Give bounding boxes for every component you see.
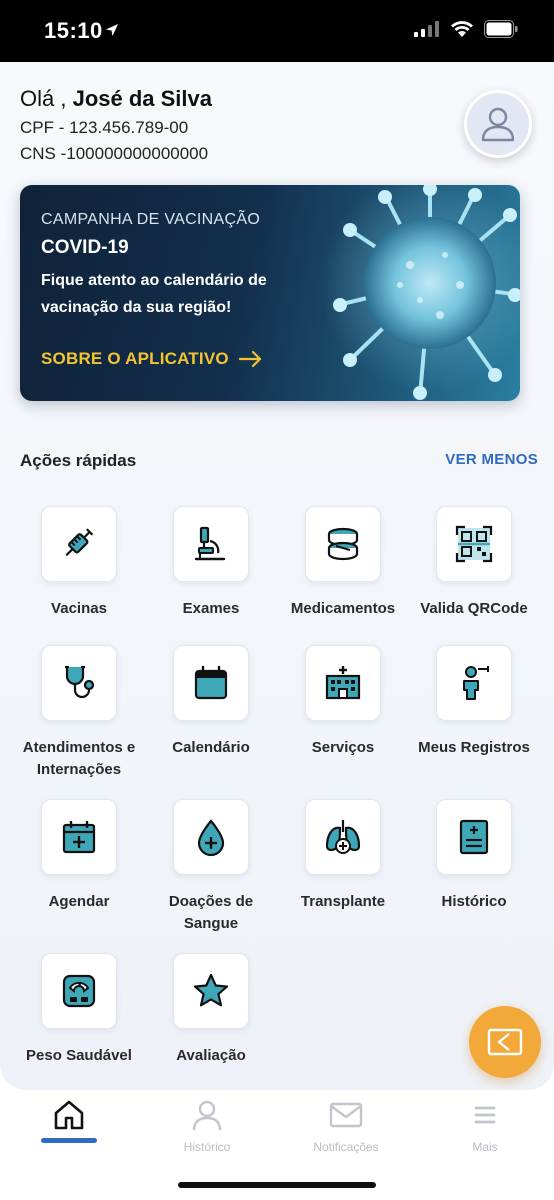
quick-action-atendimentos[interactable]: Atendimentos e Internações xyxy=(13,645,145,781)
quick-actions-title: Ações rápidas xyxy=(20,451,137,470)
battery-icon xyxy=(484,20,518,38)
quick-action-label: Atendimentos e Internações xyxy=(22,739,136,778)
star-icon xyxy=(193,973,229,1007)
floating-action-button[interactable] xyxy=(469,1006,541,1078)
envelope-arrow-icon xyxy=(487,1028,523,1056)
document-icon xyxy=(459,819,489,855)
person-record-icon xyxy=(463,666,489,700)
home-indicator xyxy=(178,1182,376,1188)
quick-action-tile xyxy=(305,645,381,721)
quick-action-label: Histórico xyxy=(441,893,507,910)
lungs-icon xyxy=(325,820,361,854)
quick-action-label: Agendar xyxy=(48,893,110,910)
banner-title: COVID-19 xyxy=(41,237,129,258)
quick-action-avaliacao[interactable]: Avaliação xyxy=(145,953,277,1067)
tab-historico-label: Histórico xyxy=(183,1140,231,1154)
quick-action-label: Peso Saudável xyxy=(26,1047,132,1064)
quick-action-tile xyxy=(41,645,117,721)
tab-historico[interactable]: Histórico xyxy=(138,1098,276,1154)
scale-icon xyxy=(62,974,96,1008)
quick-action-tile xyxy=(41,953,117,1029)
greeting: Olá , José da Silva xyxy=(20,86,212,112)
quick-action-label: Meus Registros xyxy=(418,739,530,756)
quick-action-tile xyxy=(305,506,381,582)
about-app-link[interactable]: SOBRE O APLICATIVO xyxy=(41,349,263,369)
cns-text: CNS -100000000000000 xyxy=(20,144,209,163)
quick-action-tile xyxy=(173,799,249,875)
quick-action-tile xyxy=(436,799,512,875)
pills-icon xyxy=(327,527,359,561)
quick-action-agendar[interactable]: Agendar xyxy=(13,799,145,913)
tab-home[interactable] xyxy=(0,1098,138,1140)
tab-mais[interactable]: Mais xyxy=(416,1098,554,1154)
quick-action-medicamentos[interactable]: Medicamentos xyxy=(277,506,409,620)
quick-action-tile xyxy=(173,953,249,1029)
quick-action-valida-qrcode[interactable]: Valida QRCode xyxy=(408,506,540,620)
greeting-prefix: Olá , xyxy=(20,86,67,111)
virus-illustration xyxy=(320,185,520,400)
cpf-text: CPF - 123.456.789-00 xyxy=(20,118,189,137)
quick-action-doacoes-sangue[interactable]: Doações de Sangue xyxy=(145,799,277,935)
quick-action-label: Vacinas xyxy=(51,600,107,617)
tab-mais-label: Mais xyxy=(472,1140,498,1154)
quick-action-label: Avaliação xyxy=(176,1047,246,1064)
tab-notificacoes[interactable]: Notificações xyxy=(277,1098,415,1154)
menu-icon xyxy=(474,1106,496,1124)
home-icon xyxy=(54,1100,84,1130)
quick-action-label: Calendário xyxy=(172,739,250,756)
banner-kicker: CAMPANHA DE VACINAÇÃO xyxy=(41,211,261,228)
arrow-right-icon xyxy=(238,351,261,367)
see-less-button[interactable]: VER MENOS xyxy=(445,451,538,468)
quick-action-tile xyxy=(173,506,249,582)
quick-action-tile xyxy=(305,799,381,875)
person-icon xyxy=(192,1100,222,1131)
avatar[interactable] xyxy=(464,90,532,158)
active-tab-indicator xyxy=(41,1138,97,1143)
quick-action-label: Serviços xyxy=(311,739,375,756)
about-app-label: SOBRE O APLICATIVO xyxy=(41,349,229,368)
user-icon xyxy=(481,107,515,142)
hospital-icon xyxy=(325,666,361,700)
quick-action-label: Exames xyxy=(182,600,240,617)
status-icons xyxy=(414,20,518,38)
quick-action-tile xyxy=(436,506,512,582)
signal-icon xyxy=(414,21,439,37)
location-arrow-icon xyxy=(106,24,118,36)
quick-action-tile xyxy=(173,645,249,721)
microscope-icon xyxy=(194,526,226,561)
status-bar: 15:10 xyxy=(0,0,554,62)
quick-action-peso-saudavel[interactable]: Peso Saudável xyxy=(13,953,145,1067)
stethoscope-icon xyxy=(65,665,95,699)
quick-action-exames[interactable]: Exames xyxy=(145,506,277,620)
qrcode-icon xyxy=(455,525,493,563)
tab-bar: Histórico Notificações Mais xyxy=(0,1090,554,1200)
quick-action-servicos[interactable]: Serviços xyxy=(277,645,409,759)
vaccination-banner[interactable]: CAMPANHA DE VACINAÇÃO COVID-19 Fique ate… xyxy=(20,185,520,401)
banner-text: Fique atento ao calendário de vacinação … xyxy=(41,272,267,316)
quick-action-transplante[interactable]: Transplante xyxy=(277,799,409,913)
quick-action-tile xyxy=(41,506,117,582)
status-time: 15:10 xyxy=(44,18,103,43)
quick-action-label: Medicamentos xyxy=(290,600,396,617)
quick-action-calendario[interactable]: Calendário xyxy=(145,645,277,759)
wifi-icon xyxy=(451,21,473,37)
quick-action-tile xyxy=(41,799,117,875)
quick-action-label: Transplante xyxy=(300,893,386,910)
mail-icon xyxy=(329,1102,363,1128)
quick-action-tile xyxy=(436,645,512,721)
syringe-icon xyxy=(65,528,94,557)
quick-action-label: Valida QRCode xyxy=(420,600,528,617)
quick-action-vacinas[interactable]: Vacinas xyxy=(13,506,145,620)
quick-action-meus-registros[interactable]: Meus Registros xyxy=(408,645,540,759)
quick-action-historico[interactable]: Histórico xyxy=(408,799,540,913)
main-content: Olá , José da Silva CPF - 123.456.789-00… xyxy=(0,62,554,1090)
calendar-icon xyxy=(194,665,228,700)
calendar-plus-icon xyxy=(62,821,96,854)
quick-action-label: Doações de Sangue xyxy=(168,893,254,932)
blood-drop-icon xyxy=(197,819,225,857)
user-name: José da Silva xyxy=(72,86,213,111)
tab-notificacoes-label: Notificações xyxy=(313,1140,379,1154)
